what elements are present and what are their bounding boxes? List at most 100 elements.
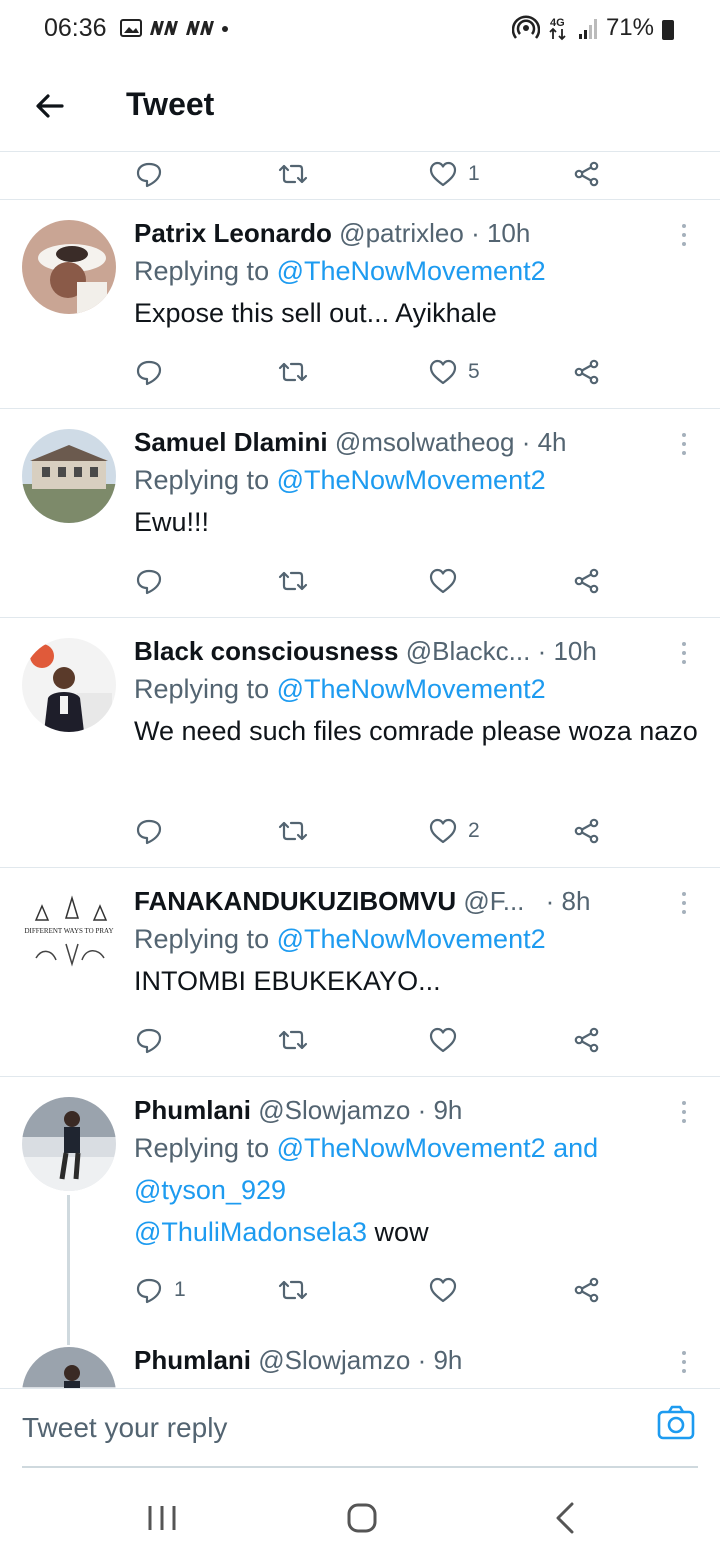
- author-name[interactable]: FANAKANDUKUZIBOMVU: [134, 886, 456, 916]
- mention-link[interactable]: @TheNowMovement2: [277, 1133, 546, 1163]
- author-handle[interactable]: @F...: [463, 886, 524, 916]
- page-title: Tweet: [126, 86, 215, 122]
- replying-to: Replying to @TheNowMovement2: [134, 668, 700, 710]
- retweet-button[interactable]: [278, 811, 308, 851]
- heart-icon: [429, 1027, 457, 1053]
- reply-button[interactable]: [134, 352, 174, 392]
- avatar-image: [22, 638, 116, 732]
- like-count: 5: [468, 360, 480, 383]
- share-button[interactable]: [572, 154, 602, 194]
- share-button[interactable]: [572, 811, 602, 851]
- heart-icon: [429, 818, 457, 844]
- tweet-body: Patrix Leonardo @patrixleo · 10h Replyin…: [134, 216, 700, 334]
- author-name[interactable]: Patrix Leonardo: [134, 218, 332, 248]
- author-handle[interactable]: @msolwatheog: [335, 427, 515, 457]
- share-button[interactable]: [572, 352, 602, 392]
- retweet-button[interactable]: [278, 154, 308, 194]
- avatar[interactable]: DIFFERENT WAYS TO PRAY: [22, 888, 116, 982]
- tweet-header: Patrix Leonardo @patrixleo · 10h: [134, 216, 700, 250]
- battery-icon: [662, 20, 674, 40]
- mention-link-2[interactable]: @tyson_929: [134, 1175, 286, 1205]
- avatar-caption: DIFFERENT WAYS TO PRAY: [24, 927, 113, 935]
- avatar-image: [22, 220, 116, 314]
- home-icon[interactable]: [342, 1498, 382, 1538]
- author-handle[interactable]: @Blackc...: [406, 636, 531, 666]
- app-notification-icon: [150, 21, 178, 35]
- reply-button[interactable]: [134, 561, 174, 601]
- reply-button[interactable]: [134, 154, 164, 194]
- reply-button[interactable]: [134, 811, 174, 851]
- replying-to: Replying to @TheNowMovement2: [134, 459, 700, 501]
- author-name[interactable]: Phumlani: [134, 1345, 251, 1375]
- more-options-icon[interactable]: [674, 888, 694, 918]
- mention-link[interactable]: @TheNowMovement2: [277, 256, 546, 286]
- recent-apps-icon[interactable]: [142, 1498, 182, 1538]
- avatar[interactable]: [22, 1097, 116, 1191]
- like-button[interactable]: [428, 561, 468, 601]
- retweet-button[interactable]: [278, 1270, 308, 1310]
- like-button[interactable]: 2: [428, 811, 480, 851]
- back-icon[interactable]: [546, 1498, 586, 1538]
- author-name[interactable]: Samuel Dlamini: [134, 427, 328, 457]
- share-button[interactable]: [572, 561, 602, 601]
- app-notification-icon-2: [186, 21, 214, 35]
- reply-icon: [136, 162, 162, 188]
- like-button[interactable]: 1: [428, 154, 480, 194]
- avatar[interactable]: [22, 220, 116, 314]
- reply-input[interactable]: [22, 1403, 582, 1453]
- retweet-button[interactable]: [278, 352, 308, 392]
- camera-icon[interactable]: [656, 1403, 696, 1443]
- author-handle[interactable]: @Slowjamzo: [258, 1345, 410, 1375]
- share-button[interactable]: [572, 1020, 602, 1060]
- reply-button[interactable]: [134, 1020, 174, 1060]
- tweet-body: Samuel Dlamini @msolwatheog · 4h Replyin…: [134, 425, 700, 543]
- tweet-header: Phumlani @Slowjamzo · 9h: [134, 1343, 700, 1377]
- retweet-button[interactable]: [278, 1020, 308, 1060]
- replying-and[interactable]: and: [546, 1133, 598, 1163]
- more-options-icon[interactable]: [674, 638, 694, 668]
- retweet-button[interactable]: [278, 561, 308, 601]
- avatar-image: [22, 429, 116, 523]
- mention-link-3[interactable]: @ThuliMadonsela3: [134, 1217, 367, 1247]
- more-options-icon[interactable]: [674, 220, 694, 250]
- back-arrow-icon[interactable]: [30, 86, 70, 126]
- like-button[interactable]: 5: [428, 352, 480, 392]
- author-name[interactable]: Phumlani: [134, 1095, 251, 1125]
- replying-prefix: Replying to: [134, 924, 277, 954]
- more-options-icon[interactable]: [674, 1347, 694, 1377]
- like-button[interactable]: [428, 1270, 468, 1310]
- author-name[interactable]: Black consciousness: [134, 636, 398, 666]
- reply-tweet[interactable]: Patrix Leonardo @patrixleo · 10h Replyin…: [0, 200, 720, 409]
- tweet-time: · 10h: [537, 636, 597, 666]
- retweet-icon: [278, 164, 308, 184]
- battery-percent: 71%: [605, 14, 654, 41]
- avatar[interactable]: [22, 429, 116, 523]
- share-button[interactable]: [572, 1270, 602, 1310]
- tweet-time: · 9h: [417, 1345, 463, 1375]
- avatar[interactable]: [22, 638, 116, 732]
- author-handle[interactable]: @Slowjamzo: [258, 1095, 410, 1125]
- reply-tweet[interactable]: Samuel Dlamini @msolwatheog · 4h Replyin…: [0, 409, 720, 618]
- more-options-icon[interactable]: [674, 1097, 694, 1127]
- author-handle[interactable]: @patrixleo: [339, 218, 464, 248]
- tweet-time: · 10h: [471, 218, 531, 248]
- tweet-body: Black consciousness @Blackc... · 10h Rep…: [134, 634, 700, 752]
- avatar[interactable]: [22, 1347, 116, 1388]
- like-button[interactable]: [428, 1020, 468, 1060]
- reply-feed[interactable]: 1 Patrix Leonardo @patrixleo · 10h Reply…: [0, 152, 720, 1388]
- reply-tweet[interactable]: Black consciousness @Blackc... · 10h Rep…: [0, 618, 720, 868]
- mention-link[interactable]: @TheNowMovement2: [277, 465, 546, 495]
- more-options-icon[interactable]: [674, 429, 694, 459]
- reply-button[interactable]: 1: [134, 1270, 186, 1310]
- reply-icon: [136, 569, 162, 595]
- heart-icon: [429, 568, 457, 594]
- mention-link[interactable]: @TheNowMovement2: [277, 924, 546, 954]
- tweet-actions: 5: [0, 352, 720, 392]
- tweet-header: FANAKANDUKUZIBOMVU @F... · 8h: [134, 884, 700, 918]
- mention-link[interactable]: @TheNowMovement2: [277, 674, 546, 704]
- replying-prefix: Replying to: [134, 1133, 277, 1163]
- heart-icon: [429, 161, 457, 187]
- reply-tweet[interactable]: DIFFERENT WAYS TO PRAY FANAKANDUKUZIBOMV…: [0, 868, 720, 1077]
- status-bar: 06:36 4G 71%: [0, 0, 720, 60]
- reply-tweet[interactable]: Phumlani @Slowjamzo · 9h: [0, 1327, 720, 1388]
